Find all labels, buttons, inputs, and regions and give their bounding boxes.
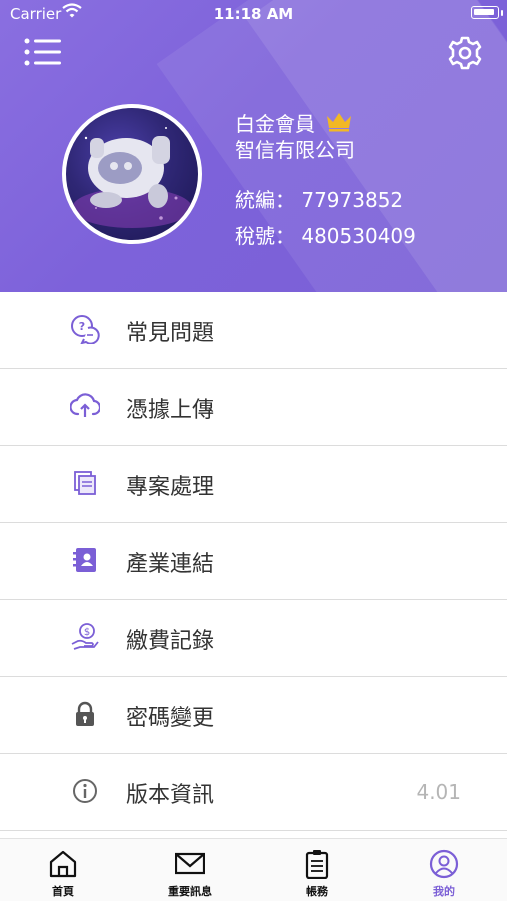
tab-label: 我的: [433, 885, 455, 898]
menu-item-label: 版本資訊: [126, 783, 215, 808]
company-name: 智信有限公司: [235, 138, 355, 162]
menu-item-label: 密碼變更: [126, 706, 215, 731]
tax-number: 稅號： 480530409: [235, 224, 416, 248]
menu-item-version-info[interactable]: 版本資訊 4.01: [0, 754, 507, 831]
menu-item-label: 憑據上傳: [126, 398, 215, 423]
tax-id: 統編： 77973852: [235, 188, 404, 212]
profile-header: Carrier 11:18 AM 白金會員 智信有限公司 統編： 7797385…: [0, 0, 507, 292]
clipboard-icon: [305, 850, 329, 879]
version-number: 4.01: [416, 780, 461, 804]
avatar[interactable]: [62, 104, 202, 244]
menu-item-label: 繳費記錄: [126, 629, 215, 654]
menu-item-change-password[interactable]: 密碼變更: [0, 677, 507, 754]
menu-item-label: 產業連結: [126, 552, 215, 577]
tab-label: 首頁: [52, 885, 74, 898]
tab-label: 重要訊息: [168, 885, 212, 898]
tab-label: 帳務: [306, 885, 328, 898]
home-icon: [49, 850, 77, 878]
menu-item-label: 常見問題: [126, 321, 215, 346]
crown-icon: [327, 113, 351, 132]
cloud-upload-icon: [70, 393, 100, 417]
documents-icon: [74, 471, 96, 495]
tab-messages[interactable]: 重要訊息: [127, 839, 253, 901]
envelope-icon: [175, 852, 205, 875]
info-icon: [73, 779, 97, 803]
tab-bar: 首頁 重要訊息 帳務 我的: [0, 838, 507, 901]
faq-chat-icon: ?: [71, 315, 100, 344]
list-menu-icon[interactable]: [22, 36, 64, 68]
member-tier: 白金會員: [235, 112, 315, 136]
menu-item-industry-link[interactable]: 產業連結: [0, 523, 507, 600]
lock-icon: [76, 701, 94, 726]
svg-text:?: ?: [79, 320, 85, 333]
tab-profile[interactable]: 我的: [381, 839, 507, 901]
menu-item-payment-records[interactable]: $ 繳費記錄: [0, 600, 507, 677]
menu-item-case-handling[interactable]: 專案處理: [0, 446, 507, 523]
menu-item-label: 專案處理: [126, 475, 215, 500]
tab-home[interactable]: 首頁: [0, 839, 126, 901]
clock: 11:18 AM: [213, 5, 294, 23]
menu-item-faq[interactable]: ? 常見問題: [0, 292, 507, 369]
payment-hand-icon: $: [71, 623, 99, 650]
tab-accounts[interactable]: 帳務: [254, 839, 380, 901]
settings-menu-list: ? 常見問題 憑據上傳 專案處理 產業連結 $ 繳費記錄 密碼變更 版本資訊 4…: [0, 292, 507, 831]
astronaut-avatar-image: [72, 127, 192, 228]
menu-item-receipt-upload[interactable]: 憑據上傳: [0, 369, 507, 446]
battery-icon: [471, 6, 499, 19]
contact-book-icon: [73, 548, 96, 572]
user-circle-icon: [429, 849, 459, 879]
status-bar: Carrier 11:18 AM: [0, 0, 507, 26]
svg-text:$: $: [84, 627, 90, 638]
gear-icon[interactable]: [443, 33, 487, 73]
